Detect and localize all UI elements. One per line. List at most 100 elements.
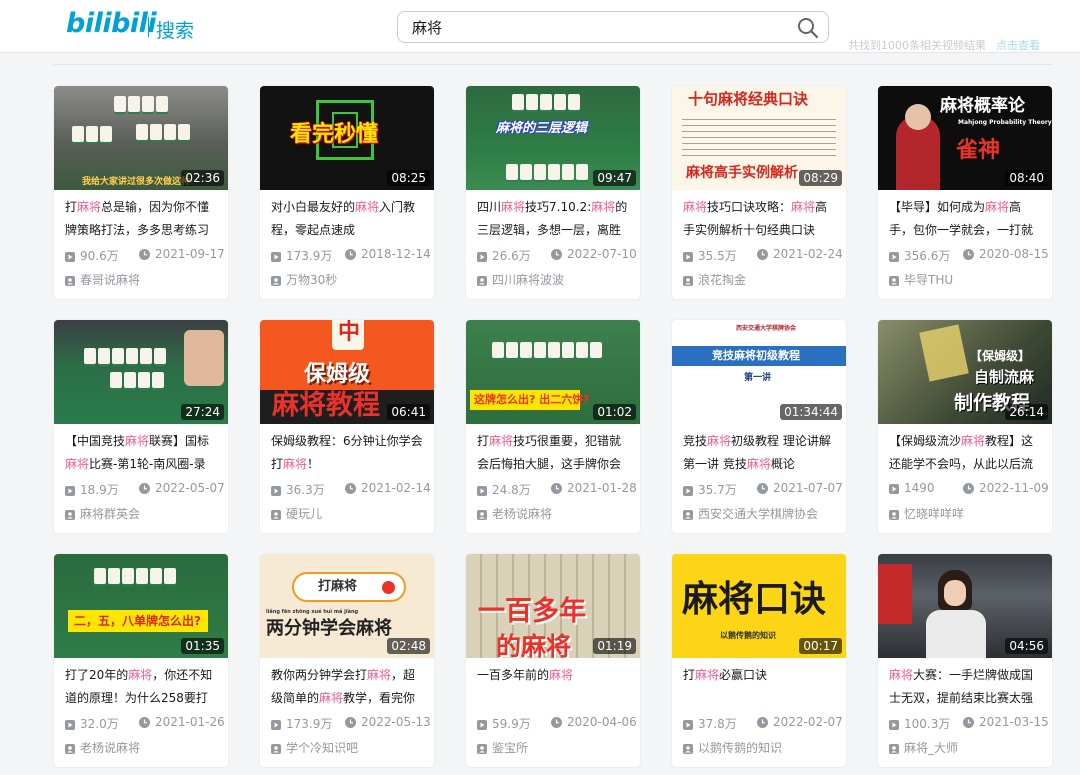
- search-bar: [397, 11, 829, 43]
- thumbnail-caption: 一百多年: [478, 596, 586, 627]
- uploader-name[interactable]: 浪花掏金: [683, 271, 843, 287]
- clock-icon: [139, 483, 150, 497]
- video-title[interactable]: 打了20年的麻将，你还不知道的原理！为什么258要打: [65, 664, 221, 710]
- video-title[interactable]: 【保姆级流沙麻将教程】这还能学不会吗，从此以后流: [889, 430, 1045, 476]
- uploader-name[interactable]: 忆晓咩咩咩: [889, 505, 1049, 521]
- video-card[interactable]: 麻将口诀 以鹅传鹅的知识 00:17 打麻将必赢口诀 37.8万 2022-02…: [672, 554, 846, 767]
- video-thumbnail[interactable]: 西安交通大学棋牌协会 竞技麻将初级教程 第一讲 01:34:44: [672, 320, 846, 424]
- uploader-name[interactable]: 毕导THU: [889, 271, 1049, 287]
- result-count: 共找到1000条相关视频结果: [848, 39, 986, 52]
- search-icon[interactable]: [796, 16, 820, 40]
- video-title[interactable]: 打麻将总是输，因为你不懂牌策略打法，多多思考练习: [65, 196, 221, 242]
- video-meta: 36.3万 2021-02-14: [271, 481, 431, 497]
- video-card[interactable]: 中 保姆级 麻将教程 06:41 保姆级教程：6分钟让你学会打麻将！ 36.3万…: [260, 320, 434, 533]
- uploader-name[interactable]: 春哥说麻将: [65, 271, 225, 287]
- video-title[interactable]: 一百多年前的麻将: [477, 664, 633, 710]
- video-meta: 37.8万 2022-02-07: [683, 715, 843, 731]
- video-title[interactable]: 对小白最友好的麻将入门教程，零起点速成: [271, 196, 427, 242]
- uploader-name[interactable]: 硬玩儿: [271, 505, 431, 521]
- clock-icon: [345, 483, 356, 497]
- uploader-name[interactable]: 老杨说麻将: [477, 505, 637, 521]
- video-thumbnail[interactable]: 一百多年 的麻将 01:19: [466, 554, 640, 658]
- video-card[interactable]: 04:56 麻将大赛：一手烂牌做成国士无双，提前结束比赛太强 100.3万 20…: [878, 554, 1052, 767]
- video-card[interactable]: 看完秒懂 08:25 对小白最友好的麻将入门教程，零起点速成 173.9万 20…: [260, 86, 434, 299]
- video-duration: 08:25: [387, 170, 430, 186]
- video-thumbnail[interactable]: 二，五，八单牌怎么出? 01:35: [54, 554, 228, 658]
- video-thumbnail[interactable]: 十句麻将经典口诀 麻将高手实例解析 08:29: [672, 86, 846, 190]
- video-thumbnail[interactable]: 27:24: [54, 320, 228, 424]
- clock-icon: [757, 483, 768, 497]
- play-count-icon: [65, 251, 75, 265]
- uploader-name[interactable]: 万物30秒: [271, 271, 431, 287]
- video-thumbnail[interactable]: 04:56: [878, 554, 1052, 658]
- upload-date: 2021-07-07: [773, 481, 843, 495]
- video-thumbnail[interactable]: 这牌怎么出? 出二六饼? 01:02: [466, 320, 640, 424]
- thumbnail-org: 西安交通大学棋牌协会: [736, 325, 797, 332]
- video-thumbnail[interactable]: 打麻将 liǎng fēn zhōng xué huì má jiàng 两分钟…: [260, 554, 434, 658]
- video-card[interactable]: 这牌怎么出? 出二六饼? 01:02 打麻将技巧很重要，犯错就会后悔拍大腿，这手…: [466, 320, 640, 533]
- video-thumbnail[interactable]: 【保姆级】 自制流麻 制作教程 26:14: [878, 320, 1052, 424]
- uploader-name[interactable]: 鉴宝所: [477, 739, 637, 755]
- video-title[interactable]: 保姆级教程：6分钟让你学会打麻将！: [271, 430, 427, 476]
- video-thumbnail[interactable]: 中 保姆级 麻将教程 06:41: [260, 320, 434, 424]
- view-count: 90.6万: [80, 249, 119, 263]
- video-card[interactable]: 西安交通大学棋牌协会 竞技麻将初级教程 第一讲 01:34:44 竞技麻将初级教…: [672, 320, 846, 533]
- video-card[interactable]: 麻将概率论 Mahjong Probability Theory 雀神 08:4…: [878, 86, 1052, 299]
- video-thumbnail[interactable]: 麻将的三层逻辑 09:47: [466, 86, 640, 190]
- thumbnail-pinyin: liǎng fēn zhōng xué huì má jiàng: [266, 609, 359, 615]
- video-title[interactable]: 竞技麻将初级教程 理论讲解第一讲 竞技麻将概论: [683, 430, 839, 476]
- video-thumbnail[interactable]: 麻将概率论 Mahjong Probability Theory 雀神 08:4…: [878, 86, 1052, 190]
- uploader-icon: [271, 509, 281, 523]
- video-duration: 06:41: [387, 404, 430, 420]
- video-card[interactable]: 27:24 【中国竞技麻将联赛】国标麻将比赛-第1轮-南风圈-录 18.9万 2…: [54, 320, 228, 533]
- video-card[interactable]: 麻将的三层逻辑 09:47 四川麻将技巧7.10.2:麻将的三层逻辑，多想一层，…: [466, 86, 640, 299]
- uploader-name[interactable]: 学个冷知识吧: [271, 739, 431, 755]
- video-meta: 32.0万 2021-01-26: [65, 715, 225, 731]
- video-thumbnail[interactable]: 我给大家讲过很多次做这种 02:36: [54, 86, 228, 190]
- video-title[interactable]: 打麻将必赢口诀: [683, 664, 839, 710]
- video-title[interactable]: 打麻将技巧很重要，犯错就会后悔拍大腿，这手牌你会: [477, 430, 633, 476]
- uploader-name[interactable]: 以鹅传鹅的知识: [683, 739, 843, 755]
- uploader-name[interactable]: 老杨说麻将: [65, 739, 225, 755]
- uploader-icon: [65, 275, 75, 289]
- video-card[interactable]: 十句麻将经典口诀 麻将高手实例解析 08:29 麻将技巧口诀攻略：麻将高手实例解…: [672, 86, 846, 299]
- video-meta: 100.3万 2021-03-15: [889, 715, 1049, 731]
- video-title[interactable]: 【中国竞技麻将联赛】国标麻将比赛-第1轮-南风圈-录: [65, 430, 221, 476]
- play-count-icon: [477, 251, 487, 265]
- video-title[interactable]: 四川麻将技巧7.10.2:麻将的三层逻辑，多想一层，离胜: [477, 196, 633, 242]
- thumbnail-subcaption: 麻将高手实例解析: [686, 165, 798, 181]
- play-count-icon: [65, 719, 75, 733]
- view-count: 36.3万: [286, 483, 325, 497]
- video-card[interactable]: 一百多年 的麻将 01:19 一百多年前的麻将 59.9万 2020-04-06…: [466, 554, 640, 767]
- view-count: 59.9万: [492, 717, 531, 731]
- clock-icon: [139, 717, 150, 731]
- video-card[interactable]: 打麻将 liǎng fēn zhōng xué huì má jiàng 两分钟…: [260, 554, 434, 767]
- thumbnail-caption: 麻将的三层逻辑: [496, 121, 588, 136]
- video-thumbnail[interactable]: 看完秒懂 08:25: [260, 86, 434, 190]
- play-count-icon: [889, 719, 899, 733]
- uploader-name[interactable]: 四川麻将波波: [477, 271, 637, 287]
- view-results-link[interactable]: 点击查看: [996, 39, 1040, 52]
- video-duration: 01:19: [593, 638, 636, 654]
- video-title[interactable]: 麻将技巧口诀攻略：麻将高手实例解析十句经典口诀: [683, 196, 839, 242]
- play-count-icon: [889, 251, 899, 265]
- video-title[interactable]: 麻将大赛：一手烂牌做成国士无双，提前结束比赛太强: [889, 664, 1045, 710]
- view-count: 26.6万: [492, 249, 531, 263]
- uploader-icon: [477, 509, 487, 523]
- clock-icon: [345, 249, 356, 263]
- video-card[interactable]: 【保姆级】 自制流麻 制作教程 26:14 【保姆级流沙麻将教程】这还能学不会吗…: [878, 320, 1052, 533]
- uploader-name[interactable]: 西安交通大学棋牌协会: [683, 505, 843, 521]
- play-count-icon: [477, 719, 487, 733]
- uploader-name[interactable]: 麻将_大师: [889, 739, 1049, 755]
- uploader-icon: [683, 275, 693, 289]
- search-input[interactable]: [412, 16, 782, 38]
- video-card[interactable]: 二，五，八单牌怎么出? 01:35 打了20年的麻将，你还不知道的原理！为什么2…: [54, 554, 228, 767]
- video-card[interactable]: 我给大家讲过很多次做这种 02:36 打麻将总是输，因为你不懂牌策略打法，多多思…: [54, 86, 228, 299]
- video-title[interactable]: 教你两分钟学会打麻将，超级简单的麻将教学，看完你: [271, 664, 427, 710]
- uploader-name[interactable]: 麻将群英会: [65, 505, 225, 521]
- upload-date: 2021-02-14: [361, 481, 431, 495]
- uploader-icon: [271, 743, 281, 757]
- video-title[interactable]: 【毕导】如何成为麻将高手，包你一学就会，一打就: [889, 196, 1045, 242]
- video-thumbnail[interactable]: 麻将口诀 以鹅传鹅的知识 00:17: [672, 554, 846, 658]
- bilibili-logo[interactable]: bilibili: [66, 8, 157, 39]
